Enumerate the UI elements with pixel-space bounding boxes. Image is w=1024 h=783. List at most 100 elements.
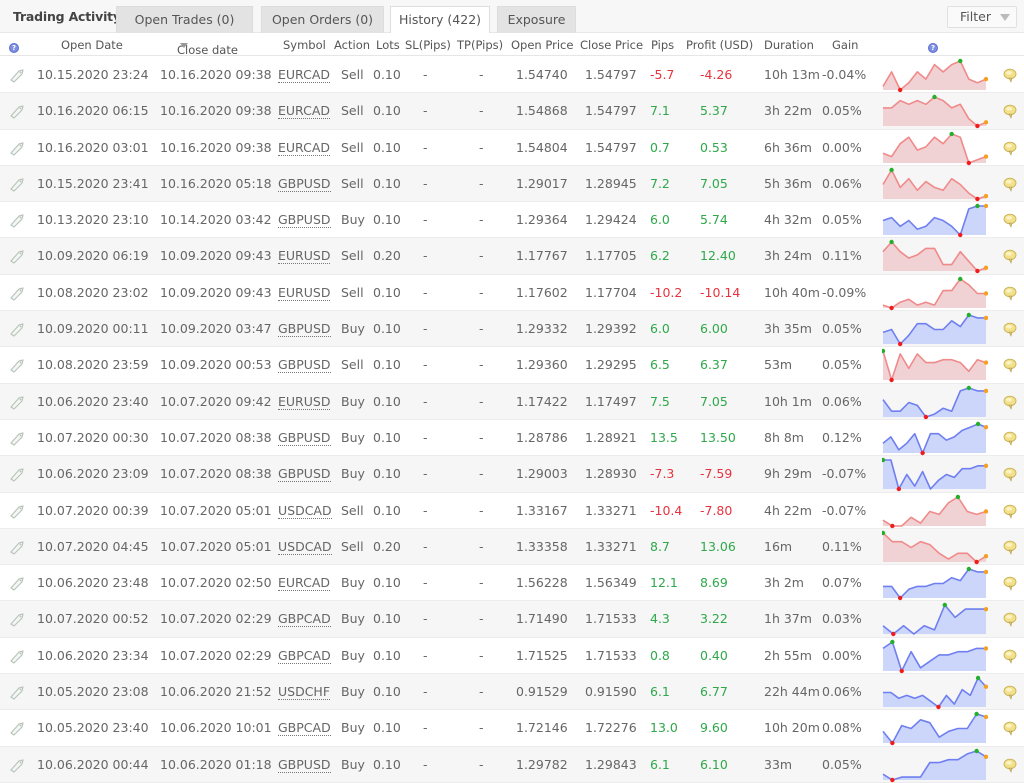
symbol-link[interactable]: GBPUSD [278, 466, 331, 483]
tab-open-trades[interactable]: Open Trades (0) [116, 6, 253, 33]
col-open-price[interactable]: Open Price [511, 38, 573, 52]
symbol-link[interactable]: GBPUSD [278, 321, 331, 338]
table-row[interactable]: 10.05.2020 23:40 10.06.2020 10:01 GBPCAD Bu… [0, 710, 1024, 747]
tag-icon[interactable] [8, 611, 26, 628]
col-sl[interactable]: SL(Pips) [405, 38, 451, 52]
table-row[interactable]: 10.07.2020 00:39 10.07.2020 05:01 USDCAD Se… [0, 493, 1024, 529]
table-row[interactable]: 10.06.2020 23:09 10.07.2020 08:38 GBPUSD Bu… [0, 456, 1024, 493]
tag-icon[interactable] [8, 357, 26, 373]
symbol-link[interactable]: GBPCAD [278, 720, 331, 737]
symbol-link[interactable]: GBPUSD [278, 757, 331, 773]
comment-icon[interactable] [1003, 141, 1017, 156]
col-gain[interactable]: Gain [832, 38, 858, 52]
table-row[interactable]: 10.06.2020 23:40 10.07.2020 09:42 EURUSD Bu… [0, 383, 1024, 420]
symbol-link[interactable]: EURUSD [278, 285, 331, 301]
tab-open-orders[interactable]: Open Orders (0) [261, 6, 384, 33]
comment-icon[interactable] [1003, 286, 1017, 301]
symbol-link[interactable]: USDCAD [278, 503, 332, 519]
tag-icon[interactable] [8, 321, 26, 337]
comment-icon[interactable] [1003, 649, 1017, 664]
tag-icon[interactable] [8, 539, 26, 555]
col-close-price[interactable]: Close Price [580, 38, 643, 52]
symbol-link[interactable]: GBPUSD [278, 176, 331, 192]
col-tp[interactable]: TP(Pips) [457, 38, 503, 52]
table-row[interactable]: 10.06.2020 23:48 10.07.2020 02:50 EURCAD Bu… [0, 565, 1024, 602]
tag-icon[interactable] [8, 67, 26, 83]
table-row[interactable]: 10.07.2020 04:45 10.07.2020 05:01 USDCAD Se… [0, 528, 1024, 566]
table-row[interactable]: 10.16.2020 03:01 10.16.2020 09:38 EURCAD Se… [0, 130, 1024, 166]
comment-icon[interactable] [1003, 322, 1017, 337]
tag-icon[interactable] [8, 103, 26, 119]
comment-icon[interactable] [1003, 612, 1017, 628]
tag-icon[interactable] [8, 430, 26, 446]
table-row[interactable]: 10.09.2020 06:19 10.09.2020 09:43 EURUSD Se… [0, 238, 1024, 275]
table-row[interactable]: 10.05.2020 23:08 10.06.2020 21:52 USDCHF Bu… [0, 674, 1024, 711]
table-row[interactable]: 10.08.2020 23:02 10.09.2020 09:43 EURUSD Se… [0, 275, 1024, 312]
table-row[interactable]: 10.06.2020 00:44 10.06.2020 01:18 GBPUSD Bu… [0, 746, 1024, 783]
comment-icon[interactable] [1003, 504, 1017, 519]
tag-icon[interactable] [8, 720, 26, 736]
col-duration[interactable]: Duration [764, 38, 814, 52]
symbol-link[interactable]: EURUSD [278, 394, 331, 410]
symbol-link[interactable]: GBPUSD [278, 212, 331, 229]
tag-icon[interactable] [8, 394, 26, 410]
comment-icon[interactable] [1003, 431, 1017, 446]
table-row[interactable]: 10.07.2020 00:52 10.07.2020 02:29 GBPCAD Bu… [0, 601, 1024, 638]
symbol-link[interactable]: EURCAD [278, 575, 331, 592]
comment-icon[interactable] [1003, 104, 1017, 120]
symbol-link[interactable]: EURCAD [278, 140, 331, 156]
tab-exposure[interactable]: Exposure [497, 6, 576, 33]
comment-icon[interactable] [1003, 721, 1017, 737]
comment-icon[interactable] [1003, 249, 1017, 265]
comment-icon[interactable] [1003, 395, 1017, 410]
table-row[interactable]: 10.15.2020 23:24 10.16.2020 09:38 EURCAD Se… [0, 57, 1024, 94]
symbol-link[interactable]: USDCAD [278, 539, 332, 555]
col-pips[interactable]: Pips [651, 38, 674, 52]
tag-icon[interactable] [8, 285, 26, 301]
table-row[interactable]: 10.08.2020 23:59 10.09.2020 00:53 GBPUSD Se… [0, 347, 1024, 384]
table-row[interactable]: 10.16.2020 06:15 10.16.2020 09:38 EURCAD Se… [0, 93, 1024, 130]
table-row[interactable]: 10.07.2020 00:30 10.07.2020 08:38 GBPUSD Bu… [0, 420, 1024, 457]
comment-icon[interactable] [1003, 68, 1017, 83]
tag-icon[interactable] [8, 575, 26, 591]
table-row[interactable]: 10.13.2020 23:10 10.14.2020 03:42 GBPUSD Bu… [0, 202, 1024, 239]
tag-icon[interactable] [8, 176, 26, 192]
symbol-link[interactable]: EURCAD [278, 67, 331, 83]
symbol-link[interactable]: GBPCAD [278, 611, 331, 628]
tag-icon[interactable] [8, 684, 26, 700]
tag-icon[interactable] [8, 466, 26, 482]
col-open-date[interactable]: Open Date [61, 38, 123, 52]
col-lots[interactable]: Lots [376, 38, 400, 52]
tag-icon[interactable] [8, 212, 26, 228]
tag-icon[interactable] [8, 648, 26, 664]
comment-icon[interactable] [1003, 685, 1017, 700]
symbol-link[interactable]: EURUSD [278, 248, 331, 265]
comment-icon[interactable] [1003, 758, 1017, 773]
symbol-link[interactable]: GBPCAD [278, 648, 331, 664]
filter-button[interactable]: Filter [947, 6, 1017, 28]
comment-icon[interactable] [1003, 576, 1017, 592]
symbol-link[interactable]: GBPUSD [278, 357, 331, 374]
comment-icon[interactable] [1003, 177, 1017, 192]
sl-pips: - [423, 284, 428, 300]
col-profit[interactable]: Profit (USD) [686, 38, 753, 52]
table-row[interactable]: 10.09.2020 00:11 10.09.2020 03:47 GBPUSD Bu… [0, 311, 1024, 348]
tag-icon[interactable] [8, 140, 26, 156]
comment-icon[interactable] [1003, 540, 1017, 555]
tag-icon[interactable] [8, 503, 26, 519]
close-date: 10.07.2020 05:01 [160, 538, 272, 554]
tab-history[interactable]: History (422) [390, 6, 490, 34]
table-row[interactable]: 10.06.2020 23:34 10.07.2020 02:29 GBPCAD Bu… [0, 638, 1024, 675]
action: Buy [341, 429, 365, 445]
comment-icon[interactable] [1003, 467, 1017, 483]
comment-icon[interactable] [1003, 358, 1017, 374]
col-action[interactable]: Action [334, 38, 370, 52]
symbol-link[interactable]: GBPUSD [278, 430, 331, 446]
symbol-link[interactable]: EURCAD [278, 103, 331, 120]
table-row[interactable]: 10.15.2020 23:41 10.16.2020 05:18 GBPUSD Se… [0, 165, 1024, 203]
col-symbol[interactable]: Symbol [283, 38, 326, 52]
symbol-link[interactable]: USDCHF [278, 684, 331, 701]
tag-icon[interactable] [8, 757, 26, 773]
comment-icon[interactable] [1003, 213, 1017, 229]
tag-icon[interactable] [8, 248, 26, 265]
